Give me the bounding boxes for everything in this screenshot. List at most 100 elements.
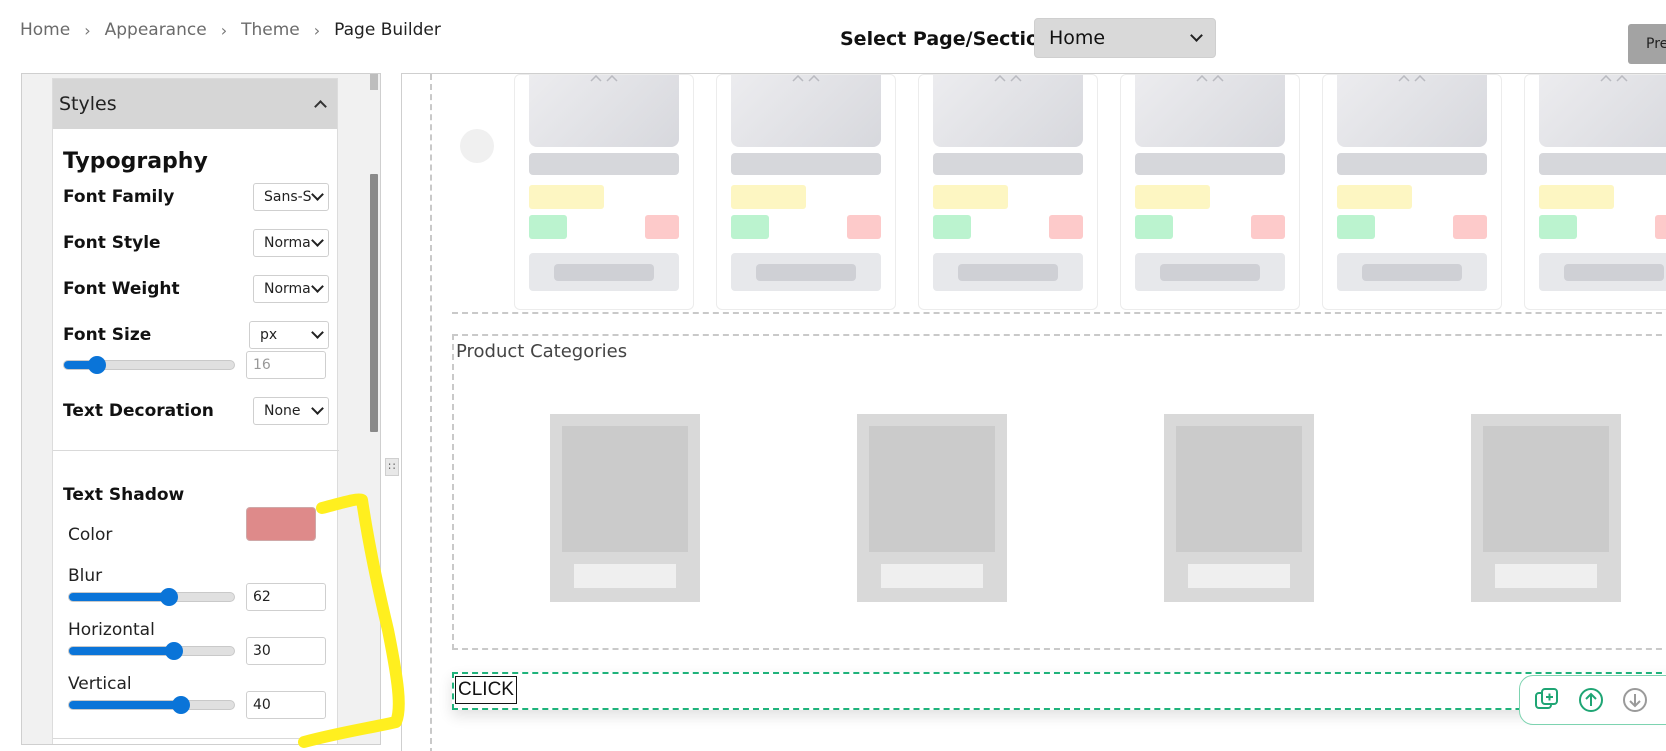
category-image-placeholder: [1176, 426, 1302, 552]
styles-accordion-header[interactable]: Styles: [53, 79, 337, 129]
breadcrumb-appearance[interactable]: Appearance: [105, 20, 207, 40]
product-image-placeholder: [1337, 75, 1487, 147]
chevron-down-icon: [311, 402, 324, 415]
font-weight-row: Font Weight Normal: [63, 275, 329, 303]
text-decoration-row: Text Decoration None: [63, 397, 329, 425]
duplicate-icon[interactable]: [1532, 685, 1562, 715]
text-decoration-select[interactable]: None: [253, 397, 329, 425]
product-title-placeholder: [529, 153, 679, 175]
shadow-blur-slider-knob[interactable]: [160, 588, 178, 606]
font-size-slider[interactable]: [63, 356, 235, 374]
styles-card: Styles Typography Font Family Sans-Serif…: [52, 78, 339, 744]
canvas-content: Product Categories CLICK: [430, 74, 1666, 751]
category-image-placeholder: [869, 426, 995, 552]
shadow-horizontal-slider-fill: [69, 647, 174, 655]
product-button-placeholder: [731, 253, 881, 291]
category-label-placeholder: [1188, 564, 1290, 588]
carousel-prev-placeholder: [460, 129, 494, 163]
product-card-placeholder: [716, 74, 896, 310]
product-image-placeholder: [529, 75, 679, 147]
product-card-placeholder: [918, 74, 1098, 310]
shadow-vertical-input[interactable]: 40: [246, 691, 326, 719]
page-section-value: Home: [1049, 27, 1106, 49]
selected-text-block[interactable]: CLICK: [452, 672, 1666, 710]
category-card: [1471, 414, 1621, 602]
shadow-blur-input[interactable]: 62: [246, 583, 326, 611]
font-size-label: Font Size: [63, 325, 152, 345]
click-text-element[interactable]: CLICK: [455, 676, 517, 704]
category-card: [1164, 414, 1314, 602]
font-weight-label: Font Weight: [63, 279, 180, 299]
font-style-select[interactable]: Normal: [253, 229, 329, 257]
move-up-icon[interactable]: [1576, 685, 1606, 715]
shadow-color-label: Color: [68, 525, 113, 545]
shadow-horizontal-slider[interactable]: [68, 642, 235, 660]
font-size-row: Font Size px: [63, 321, 329, 349]
category-label-placeholder: [574, 564, 676, 588]
product-price-placeholder: [1337, 185, 1412, 209]
shadow-blur-slider[interactable]: [68, 588, 235, 606]
product-button-label-placeholder: [554, 264, 654, 281]
font-style-row: Font Style Normal: [63, 229, 329, 257]
category-image-placeholder: [562, 426, 688, 552]
image-placeholder-icon: [994, 75, 1022, 82]
page-section-select[interactable]: Home: [1034, 18, 1216, 58]
shadow-color-swatch[interactable]: [246, 507, 316, 541]
image-placeholder-icon: [1196, 75, 1224, 82]
shadow-horizontal-slider-knob[interactable]: [165, 642, 183, 660]
product-button-placeholder: [1135, 253, 1285, 291]
builder-canvas: Product Categories CLICK: [401, 73, 1666, 751]
font-weight-select[interactable]: Normal: [253, 275, 329, 303]
product-tag-placeholder: [847, 215, 881, 239]
chevron-down-icon: [311, 326, 324, 339]
shadow-blur-label: Blur: [68, 566, 103, 586]
move-down-icon[interactable]: [1620, 685, 1650, 715]
product-button-label-placeholder: [1160, 264, 1260, 281]
breadcrumb-theme[interactable]: Theme: [241, 20, 300, 40]
chevron-down-icon: [311, 280, 324, 293]
shadow-vertical-slider-knob[interactable]: [172, 696, 190, 714]
font-size-input[interactable]: 16: [246, 351, 326, 379]
categories-section[interactable]: Product Categories: [452, 334, 1666, 650]
product-button-label-placeholder: [756, 264, 856, 281]
shadow-vertical-slider[interactable]: [68, 696, 235, 714]
product-tag-placeholder: [1135, 215, 1173, 239]
product-price-placeholder: [933, 185, 1008, 209]
product-tag-placeholder: [1049, 215, 1083, 239]
breadcrumb-home[interactable]: Home: [20, 20, 70, 40]
block-toolbar: [1519, 675, 1666, 725]
product-title-placeholder: [1337, 153, 1487, 175]
font-weight-value: Normal: [264, 281, 312, 297]
panel-scrollbar-arrow[interactable]: [370, 74, 378, 90]
product-title-placeholder: [933, 153, 1083, 175]
product-button-placeholder: [1539, 253, 1666, 291]
font-family-row: Font Family Sans-Serif: [63, 183, 329, 211]
product-title-placeholder: [1539, 153, 1666, 175]
chevron-down-icon: [311, 234, 324, 247]
product-tag-placeholder: [1655, 215, 1666, 239]
product-card-placeholder: [1322, 74, 1502, 310]
category-label-placeholder: [1495, 564, 1597, 588]
chevron-up-icon: [313, 97, 327, 111]
styles-title: Styles: [59, 93, 117, 115]
panel-divider: [53, 738, 339, 739]
chevron-right-icon: ›: [220, 20, 228, 40]
product-price-placeholder: [1135, 185, 1210, 209]
chevron-right-icon: ›: [84, 20, 91, 40]
panel-resize-handle[interactable]: ∷: [385, 458, 399, 476]
font-size-unit-select[interactable]: px: [249, 321, 329, 349]
breadcrumb-page-builder: Page Builder: [334, 20, 441, 40]
chevron-right-icon: ›: [313, 20, 321, 40]
panel-divider: [53, 450, 339, 451]
shadow-horizontal-input[interactable]: 30: [246, 637, 326, 665]
font-style-label: Font Style: [63, 233, 161, 253]
shadow-horizontal-label: Horizontal: [68, 620, 155, 640]
preview-button[interactable]: Pre: [1628, 24, 1666, 64]
products-section[interactable]: [452, 74, 1666, 314]
font-size-slider-knob[interactable]: [88, 356, 106, 374]
product-card-placeholder: [1524, 74, 1666, 310]
panel-scrollbar-thumb[interactable]: [370, 174, 378, 432]
font-family-select[interactable]: Sans-Serif: [253, 183, 329, 211]
product-price-placeholder: [1539, 185, 1614, 209]
chevron-down-icon: [1190, 29, 1203, 42]
